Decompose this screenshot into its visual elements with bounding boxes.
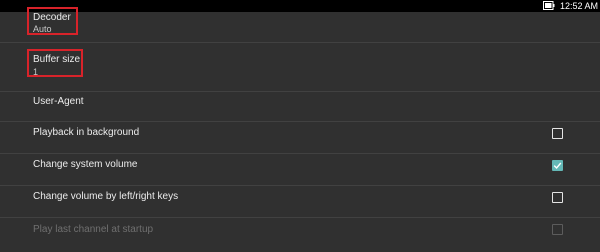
setting-play-last-channel[interactable]: Play last channel at startup (0, 218, 600, 252)
buffer-size-highlight-box (27, 49, 83, 77)
setting-change-system-volume-title: Change system volume (33, 159, 138, 170)
setting-decoder[interactable]: Decoder Auto (0, 12, 600, 43)
playback-background-checkbox[interactable] (552, 128, 563, 139)
status-clock: 12:52 AM (560, 1, 599, 11)
battery-icon (543, 1, 555, 10)
setting-playback-background[interactable]: Playback in background (0, 122, 600, 154)
setting-change-volume-keys[interactable]: Change volume by left/right keys (0, 186, 600, 218)
setting-change-volume-keys-title: Change volume by left/right keys (33, 191, 179, 202)
change-system-volume-checkbox[interactable] (552, 160, 563, 171)
setting-user-agent[interactable]: User-Agent (0, 92, 600, 122)
setting-change-system-volume[interactable]: Change system volume (0, 154, 600, 186)
status-bar: 12:52 AM (0, 0, 600, 12)
play-last-channel-checkbox[interactable] (552, 224, 563, 235)
setting-play-last-channel-title: Play last channel at startup (33, 224, 154, 235)
setting-buffer-size[interactable]: Buffer size 1 (0, 43, 600, 92)
change-volume-keys-checkbox[interactable] (552, 192, 563, 203)
setting-playback-background-title: Playback in background (33, 127, 140, 138)
checkmark-icon (553, 162, 562, 170)
decoder-highlight-box (27, 7, 78, 35)
setting-user-agent-title: User-Agent (33, 96, 84, 107)
